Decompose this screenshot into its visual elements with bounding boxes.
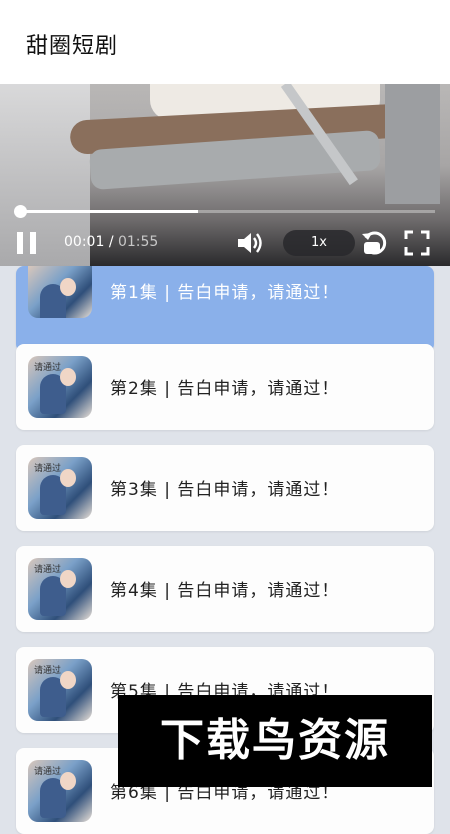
replay-icon[interactable] <box>360 228 388 256</box>
episode-label: 第1集 | 告白申请，请通过！ <box>110 283 340 303</box>
episode-thumbnail <box>28 266 92 318</box>
video-player[interactable]: 00:01 / 01:55 1x <box>0 84 450 266</box>
episode-thumbnail: 请通过 <box>28 760 92 822</box>
progress-fill <box>20 210 199 213</box>
page-title: 甜圈短剧 <box>26 34 119 59</box>
current-time: 00:01 <box>64 234 105 250</box>
video-frame-scenery <box>385 84 440 204</box>
thumbnail-title: 请通过 <box>34 464 62 474</box>
app-header: 甜圈短剧 <box>0 0 450 84</box>
thumbnail-face <box>60 368 76 386</box>
thumbnail-face <box>60 570 76 588</box>
playback-speed-button[interactable]: 1x <box>283 230 355 256</box>
episode-thumbnail: 请通过 <box>28 558 92 620</box>
thumbnail-face <box>60 469 76 487</box>
fullscreen-icon[interactable] <box>404 230 430 256</box>
episode-thumbnail: 请通过 <box>28 659 92 721</box>
pause-icon[interactable] <box>14 230 40 256</box>
episode-thumbnail: 请通过 <box>28 356 92 418</box>
time-display: 00:01 / 01:55 <box>64 234 158 250</box>
episode-label: 第4集 | 告白申请，请通过！ <box>110 581 340 601</box>
thumbnail-face <box>60 671 76 689</box>
episode-thumbnail: 请通过 <box>28 457 92 519</box>
episode-item-4[interactable]: 请通过 第4集 | 告白申请，请通过！ <box>16 546 434 632</box>
watermark: 下载鸟资源 <box>118 695 432 787</box>
thumbnail-face <box>60 278 76 296</box>
episode-label: 第2集 | 告白申请，请通过！ <box>110 379 340 399</box>
video-progress-bar[interactable] <box>14 205 435 218</box>
time-separator: / <box>108 234 114 250</box>
total-duration: 01:55 <box>117 234 159 250</box>
episode-item-3[interactable]: 请通过 第3集 | 告白申请，请通过！ <box>16 445 434 531</box>
thumbnail-title: 请通过 <box>34 565 62 575</box>
thumbnail-title: 请通过 <box>34 767 62 777</box>
progress-handle[interactable] <box>14 205 27 218</box>
episode-item-2[interactable]: 请通过 第2集 | 告白申请，请通过！ <box>16 344 434 430</box>
episode-item-1[interactable]: 第1集 | 告白申请，请通过！ <box>16 266 434 352</box>
thumbnail-title: 请通过 <box>34 363 62 373</box>
episode-label: 第3集 | 告白申请，请通过！ <box>110 480 340 500</box>
thumbnail-face <box>60 772 76 790</box>
thumbnail-title: 请通过 <box>34 666 62 676</box>
volume-icon[interactable] <box>236 230 264 256</box>
